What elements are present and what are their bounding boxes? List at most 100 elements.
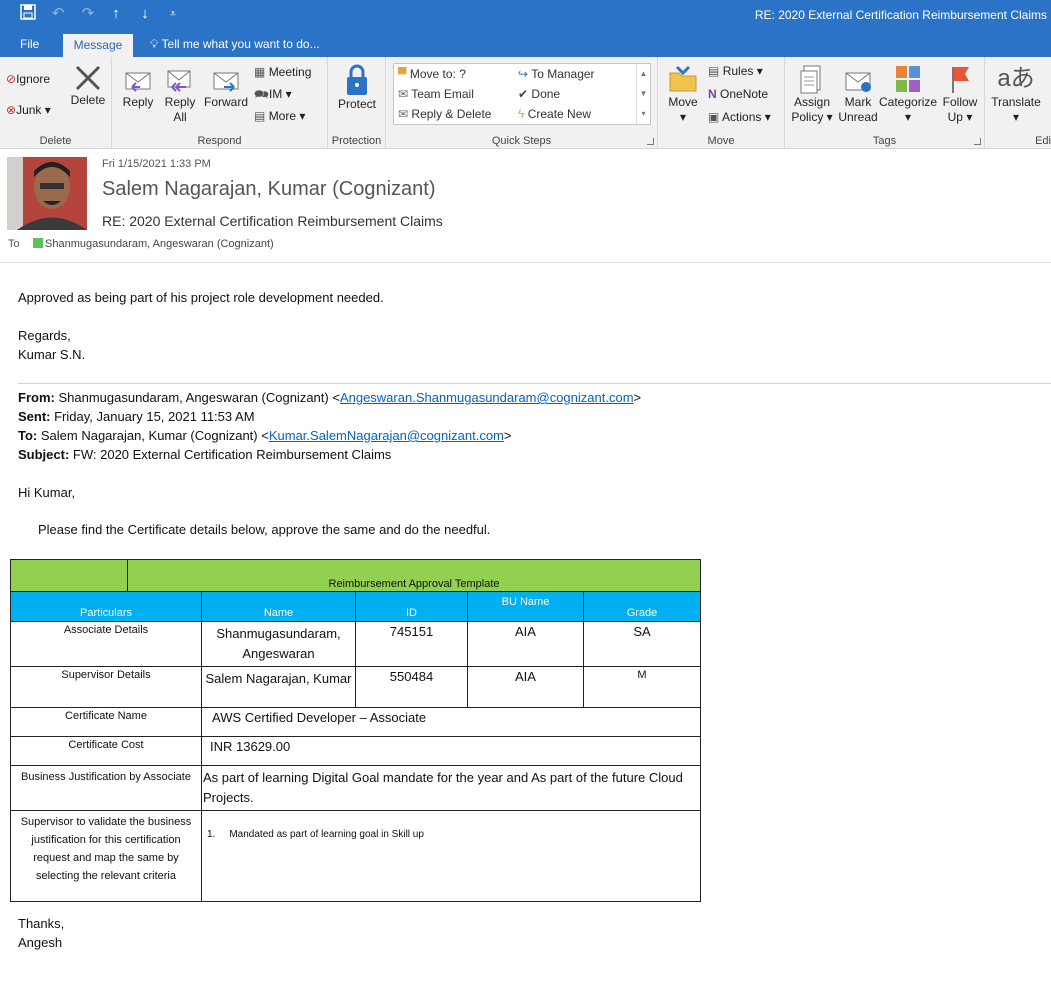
- quick-step-reply-delete[interactable]: ✉ Reply & Delete: [398, 107, 491, 121]
- move-button[interactable]: Move ▾: [664, 63, 702, 125]
- tab-file[interactable]: File: [20, 37, 39, 51]
- tab-message[interactable]: Message: [63, 34, 133, 57]
- junk-button[interactable]: ⊗Junk ▾: [6, 102, 51, 118]
- translate-icon: aあ: [997, 65, 1035, 92]
- to-email-link[interactable]: Kumar.SalemNagarajan@cognizant.com: [269, 428, 504, 443]
- validate-text: Mandated as part of learning goal in Ski…: [229, 829, 424, 840]
- sender-name[interactable]: Salem Nagarajan, Kumar (Cognizant): [102, 178, 436, 201]
- quick-step-create-new[interactable]: ϟ Create New: [518, 107, 591, 121]
- team-email-icon: ✉: [398, 87, 409, 101]
- meeting-button[interactable]: ▦ Meeting: [254, 64, 311, 80]
- quick-step-label: Team Email: [411, 87, 474, 101]
- dialog-launcher-icon[interactable]: [974, 138, 981, 145]
- recipient-name[interactable]: Shanmugasundaram, Angeswaran (Cognizant): [33, 238, 274, 250]
- reply-all-button[interactable]: Reply All: [162, 63, 198, 125]
- to-line-label: To:: [18, 428, 38, 443]
- from-value: Shanmugasundaram, Angeswaran (Cognizant)…: [54, 390, 340, 405]
- more-icon: ▤: [254, 109, 266, 123]
- meeting-icon: ▦: [254, 65, 266, 79]
- assign-label-1: Assign: [793, 95, 831, 109]
- group-label-delete: Delete: [39, 135, 72, 147]
- approval-table: Reimbursement Approval Template Particul…: [10, 559, 701, 902]
- row-grade: M: [583, 666, 701, 708]
- row-id: 550484: [355, 666, 468, 708]
- window-title: RE: 2020 External Certification Reimburs…: [754, 8, 1047, 22]
- undo-icon[interactable]: ↶: [48, 4, 68, 24]
- reply-line: Approved as being part of his project ro…: [18, 290, 384, 305]
- im-button[interactable]: 🗪︎IM ▾: [254, 86, 292, 102]
- signature-line: Kumar S.N.: [18, 347, 86, 362]
- actions-button[interactable]: ▣ Actions ▾: [708, 109, 771, 125]
- ignore-label: Ignore: [16, 72, 51, 86]
- col-header-bu-name: BU Name: [467, 591, 584, 622]
- ignore-icon: ⊘: [6, 72, 17, 86]
- save-icon[interactable]: [18, 4, 38, 26]
- from-email-link[interactable]: Angeswaran.Shanmugasundaram@cognizant.co…: [340, 390, 634, 405]
- to-line-value: Salem Nagarajan, Kumar (Cognizant) <: [37, 428, 269, 443]
- from-label: From:: [18, 390, 55, 405]
- rules-button[interactable]: ▤ Rules ▾: [708, 63, 763, 79]
- quick-steps-scroll[interactable]: ▲ ▼ ▾: [636, 64, 650, 124]
- mark-unread-button[interactable]: Mark Unread: [837, 63, 879, 125]
- junk-icon: ⊗: [6, 103, 17, 117]
- cert-name-value: AWS Certified Developer – Associate: [201, 707, 701, 737]
- folder-icon: ▀: [398, 67, 407, 81]
- col-header-particulars: Particulars: [10, 591, 202, 622]
- redo-icon[interactable]: ↷: [78, 4, 98, 24]
- lightning-icon: ϟ: [518, 107, 525, 121]
- dialog-launcher-icon[interactable]: [647, 138, 654, 145]
- rules-label: Rules: [722, 64, 754, 78]
- reply-button[interactable]: Reply: [120, 63, 156, 110]
- quick-step-team-email[interactable]: ✉ Team Email: [398, 87, 474, 101]
- justification-label: Business Justification by Associate: [10, 765, 202, 811]
- delete-button[interactable]: Delete: [70, 63, 106, 108]
- forward-button[interactable]: Forward: [204, 63, 248, 110]
- tell-me-box[interactable]: 💡︎ Tell me what you want to do...: [150, 37, 320, 52]
- quick-step-to-manager[interactable]: ↪ To Manager: [518, 67, 595, 81]
- move-label: Move: [668, 95, 698, 109]
- greeting: Hi Kumar,: [18, 485, 76, 500]
- onenote-button[interactable]: N OneNote: [708, 86, 768, 102]
- protect-button[interactable]: Protect: [334, 63, 380, 112]
- row-id: 745151: [355, 621, 468, 667]
- assign-label-2: Policy: [791, 110, 824, 124]
- group-respond: Reply Reply All Forward ▦ Meeting 🗪︎IM ▾ …: [112, 57, 328, 149]
- assign-policy-button[interactable]: Assign Policy ▾: [789, 63, 835, 125]
- row-label: Associate Details: [10, 621, 202, 667]
- table-row: Supervisor to validate the business just…: [10, 810, 701, 902]
- col-header-name: Name: [201, 591, 356, 622]
- forward-label: Forward: [204, 95, 249, 109]
- table-row: Certificate Cost INR 13629.00: [10, 736, 701, 766]
- group-label-move: Move: [707, 135, 735, 147]
- group-label-editing: Edi: [1035, 135, 1051, 147]
- protect-label: Protect: [337, 97, 376, 111]
- im-label: IM: [268, 87, 283, 101]
- quick-step-move-to[interactable]: ▀ Move to: ?: [398, 67, 466, 81]
- categorize-button[interactable]: Categorize ▾: [879, 63, 937, 125]
- actions-icon: ▣: [708, 110, 720, 124]
- col-header-id: ID: [355, 591, 468, 622]
- ignore-button[interactable]: ⊘Ignore: [6, 71, 50, 87]
- group-tags: Assign Policy ▾ Mark Unread Categorize ▾ Fo…: [785, 57, 985, 149]
- ribbon-tabs: File Message 💡︎ Tell me what you want to…: [0, 31, 1051, 57]
- follow-up-button[interactable]: Follow Up ▾: [939, 63, 981, 125]
- sender-signature: Angesh: [18, 935, 63, 950]
- quick-step-label: Done: [531, 87, 561, 101]
- from-end: >: [633, 390, 642, 405]
- quick-step-done[interactable]: ✔ Done: [518, 87, 560, 101]
- from-line: From: Shanmugasundaram, Angeswaran (Cogn…: [18, 390, 641, 405]
- mark-label-1: Mark: [844, 95, 872, 109]
- delete-label: Delete: [70, 93, 106, 107]
- checkmark-icon: ✔: [518, 87, 529, 101]
- sent-line: Sent: Friday, January 15, 2021 11:53 AM: [18, 409, 255, 424]
- down-arrow-icon[interactable]: ↓: [135, 4, 155, 24]
- more-label: More: [268, 109, 297, 123]
- assign-policy-icon: [800, 65, 821, 94]
- customize-qat-icon[interactable]: ⩡: [163, 4, 183, 24]
- translate-button[interactable]: aあ Translate ▾: [989, 63, 1043, 125]
- up-arrow-icon[interactable]: ↑: [106, 4, 126, 24]
- more-button[interactable]: ▤ More ▾: [254, 108, 305, 124]
- onenote-label: OneNote: [720, 87, 769, 101]
- group-label-quick-steps: Quick Steps: [491, 135, 552, 147]
- reply-label: Reply: [122, 95, 154, 109]
